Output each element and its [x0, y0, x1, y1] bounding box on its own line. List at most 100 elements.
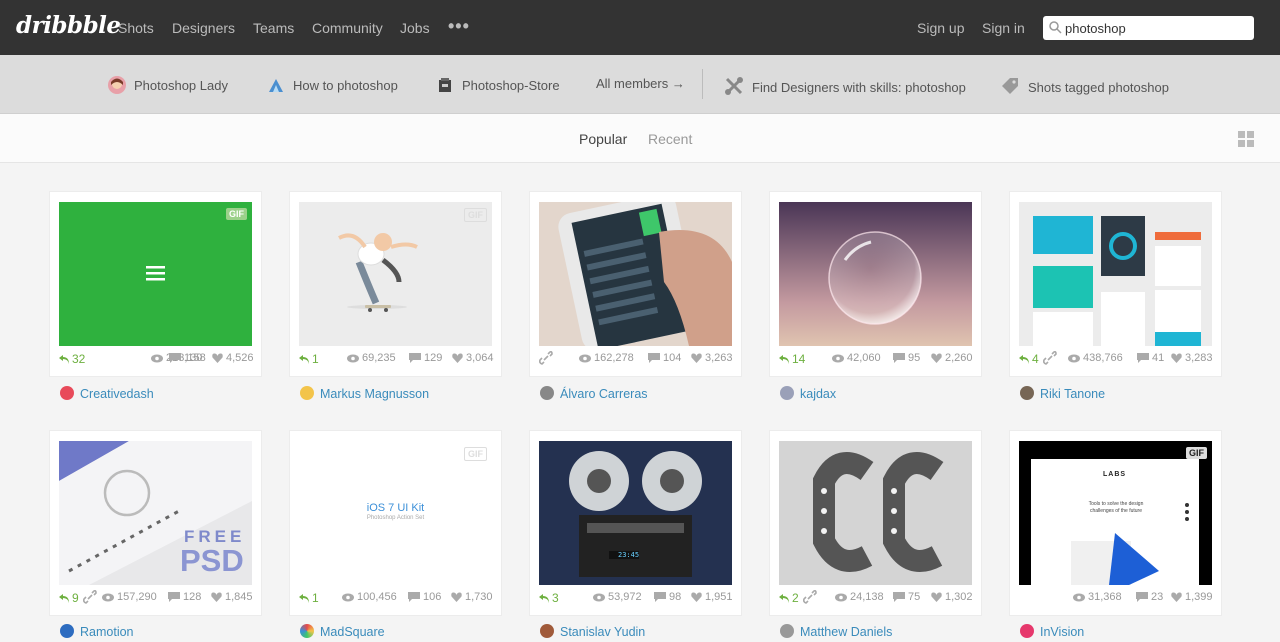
grid-view-icon[interactable] [1238, 131, 1254, 147]
rebound-count[interactable]: 4 [1019, 352, 1039, 366]
hamburger-menu-icon [146, 266, 165, 281]
eye-icon [1073, 593, 1085, 602]
shot-thumbnail[interactable]: FREE PSD [59, 441, 252, 585]
player-link[interactable]: Markus Magnusson [300, 386, 429, 404]
view-count: 69,235 [347, 352, 396, 364]
rebound-count[interactable]: 9 [59, 591, 79, 605]
like-count[interactable]: 3,064 [452, 352, 494, 364]
rebound-count[interactable]: 32 [59, 352, 85, 366]
matthew-avatar [780, 624, 794, 638]
attachment-icon[interactable] [803, 590, 817, 604]
shot-thumbnail[interactable] [539, 202, 732, 346]
comment-count: 41 [1137, 352, 1164, 364]
shot-thumbnail[interactable]: iOS 7 UI Kit Photoshop Action Set GIF [299, 441, 492, 585]
nav-shots[interactable]: Shots [118, 20, 154, 36]
rebound-icon [779, 594, 789, 603]
related-bar: Photoshop Lady How to photoshop Photosho… [0, 55, 1280, 114]
dribbble-logo[interactable]: dribbble [16, 12, 121, 39]
shot-thumbnail[interactable]: GIF [299, 202, 492, 346]
shot-stats: 1 100,456 106 1,730 [299, 591, 493, 607]
heart-icon [452, 353, 463, 363]
player-link[interactable]: Stanislav Yudin [540, 624, 645, 642]
gif-badge: GIF [226, 208, 247, 220]
related-how-to-photoshop[interactable]: How to photoshop [267, 76, 398, 94]
like-count[interactable]: 3,283 [1171, 352, 1213, 364]
like-count[interactable]: 1,951 [691, 591, 733, 603]
search-input[interactable] [1065, 19, 1245, 37]
player-link[interactable]: MadSquare [300, 624, 385, 642]
view-count: 100,456 [342, 591, 397, 603]
comment-count: 98 [654, 591, 681, 603]
signup-link[interactable]: Sign up [917, 20, 964, 36]
tab-recent[interactable]: Recent [648, 131, 692, 147]
player-link[interactable]: Riki Tanone [1020, 386, 1105, 404]
more-menu-icon[interactable]: ••• [448, 16, 470, 37]
attachment-icon[interactable] [83, 590, 97, 604]
tag-icon [1002, 78, 1018, 94]
heart-icon [451, 592, 462, 602]
photoshop-store-avatar-icon [439, 78, 451, 92]
rebound-count[interactable]: 1 [299, 591, 319, 605]
shot-stats: 1 69,235 129 3,064 [299, 352, 494, 368]
tab-popular[interactable]: Popular [579, 131, 627, 147]
shot-stats: 31,368 23 1,399 [1019, 591, 1213, 607]
shot-thumbnail[interactable]: GIF [59, 202, 252, 346]
search-box[interactable] [1043, 16, 1254, 40]
search-icon [1049, 21, 1062, 34]
comment-icon [168, 592, 180, 602]
like-count[interactable]: 4,526 [212, 352, 254, 364]
rebound-count[interactable]: 2 [779, 591, 799, 605]
related-photoshop-store[interactable]: Photoshop-Store [436, 76, 560, 94]
like-count[interactable]: 1,845 [211, 591, 253, 603]
shot-thumbnail[interactable] [1019, 202, 1212, 346]
like-count[interactable]: 3,263 [691, 352, 733, 364]
like-count[interactable]: 1,730 [451, 591, 493, 603]
iphone-hand-photo [539, 202, 732, 346]
find-designers-link[interactable]: Find Designers with skills: photoshop [724, 76, 966, 96]
player-link[interactable]: kajdax [780, 386, 836, 404]
shot-thumbnail[interactable] [779, 441, 972, 585]
heart-icon [1171, 592, 1182, 602]
eye-icon [342, 593, 354, 602]
comment-icon [648, 353, 660, 363]
shot-stats: 32 213,158 130 4,526 [59, 352, 254, 368]
like-count[interactable]: 1,302 [931, 591, 973, 603]
nav-community[interactable]: Community [312, 20, 383, 36]
heart-icon [212, 353, 223, 363]
player-link[interactable]: Ramotion [60, 624, 134, 642]
nav-designers[interactable]: Designers [172, 20, 235, 36]
photoshop-lady-avatar-icon [108, 76, 126, 94]
rebound-count[interactable]: 14 [779, 352, 805, 366]
nav-teams[interactable]: Teams [253, 20, 294, 36]
player-link[interactable]: Creativedash [60, 386, 154, 404]
gif-badge: GIF [1186, 447, 1207, 459]
heart-icon [211, 592, 222, 602]
rebound-count[interactable]: 3 [539, 591, 559, 605]
comment-count: 128 [168, 591, 201, 603]
signin-link[interactable]: Sign in [982, 20, 1025, 36]
shot-stats: 162,278 104 3,263 [539, 351, 733, 368]
player-link[interactable]: Matthew Daniels [780, 624, 892, 642]
shot-thumbnail[interactable]: 23:45 [539, 441, 732, 585]
player-link[interactable]: InVision [1020, 624, 1084, 642]
related-photoshop-lady[interactable]: Photoshop Lady [108, 76, 228, 94]
attachment-icon[interactable] [539, 351, 553, 365]
like-count[interactable]: 1,399 [1171, 591, 1213, 603]
rebound-icon [299, 594, 309, 603]
rebound-icon [779, 355, 789, 364]
all-members-link[interactable]: All members → [596, 76, 685, 91]
shot-thumbnail[interactable]: LABS Tools to solve the design challenge… [1019, 441, 1212, 585]
heart-icon [1171, 353, 1182, 363]
nav-jobs[interactable]: Jobs [400, 20, 430, 36]
eye-icon [593, 593, 605, 602]
dashboard-ui-mockup [1033, 216, 1201, 346]
like-count[interactable]: 2,260 [931, 352, 973, 364]
attachment-icon[interactable] [1043, 351, 1057, 365]
divider [702, 69, 703, 99]
shot-thumbnail[interactable] [779, 202, 972, 346]
rebound-count[interactable]: 1 [299, 352, 319, 366]
view-count: 42,060 [832, 352, 881, 364]
shots-tagged-link[interactable]: Shots tagged photoshop [1000, 76, 1169, 96]
comment-count: 23 [1136, 591, 1163, 603]
player-link[interactable]: Álvaro Carreras [540, 386, 648, 404]
